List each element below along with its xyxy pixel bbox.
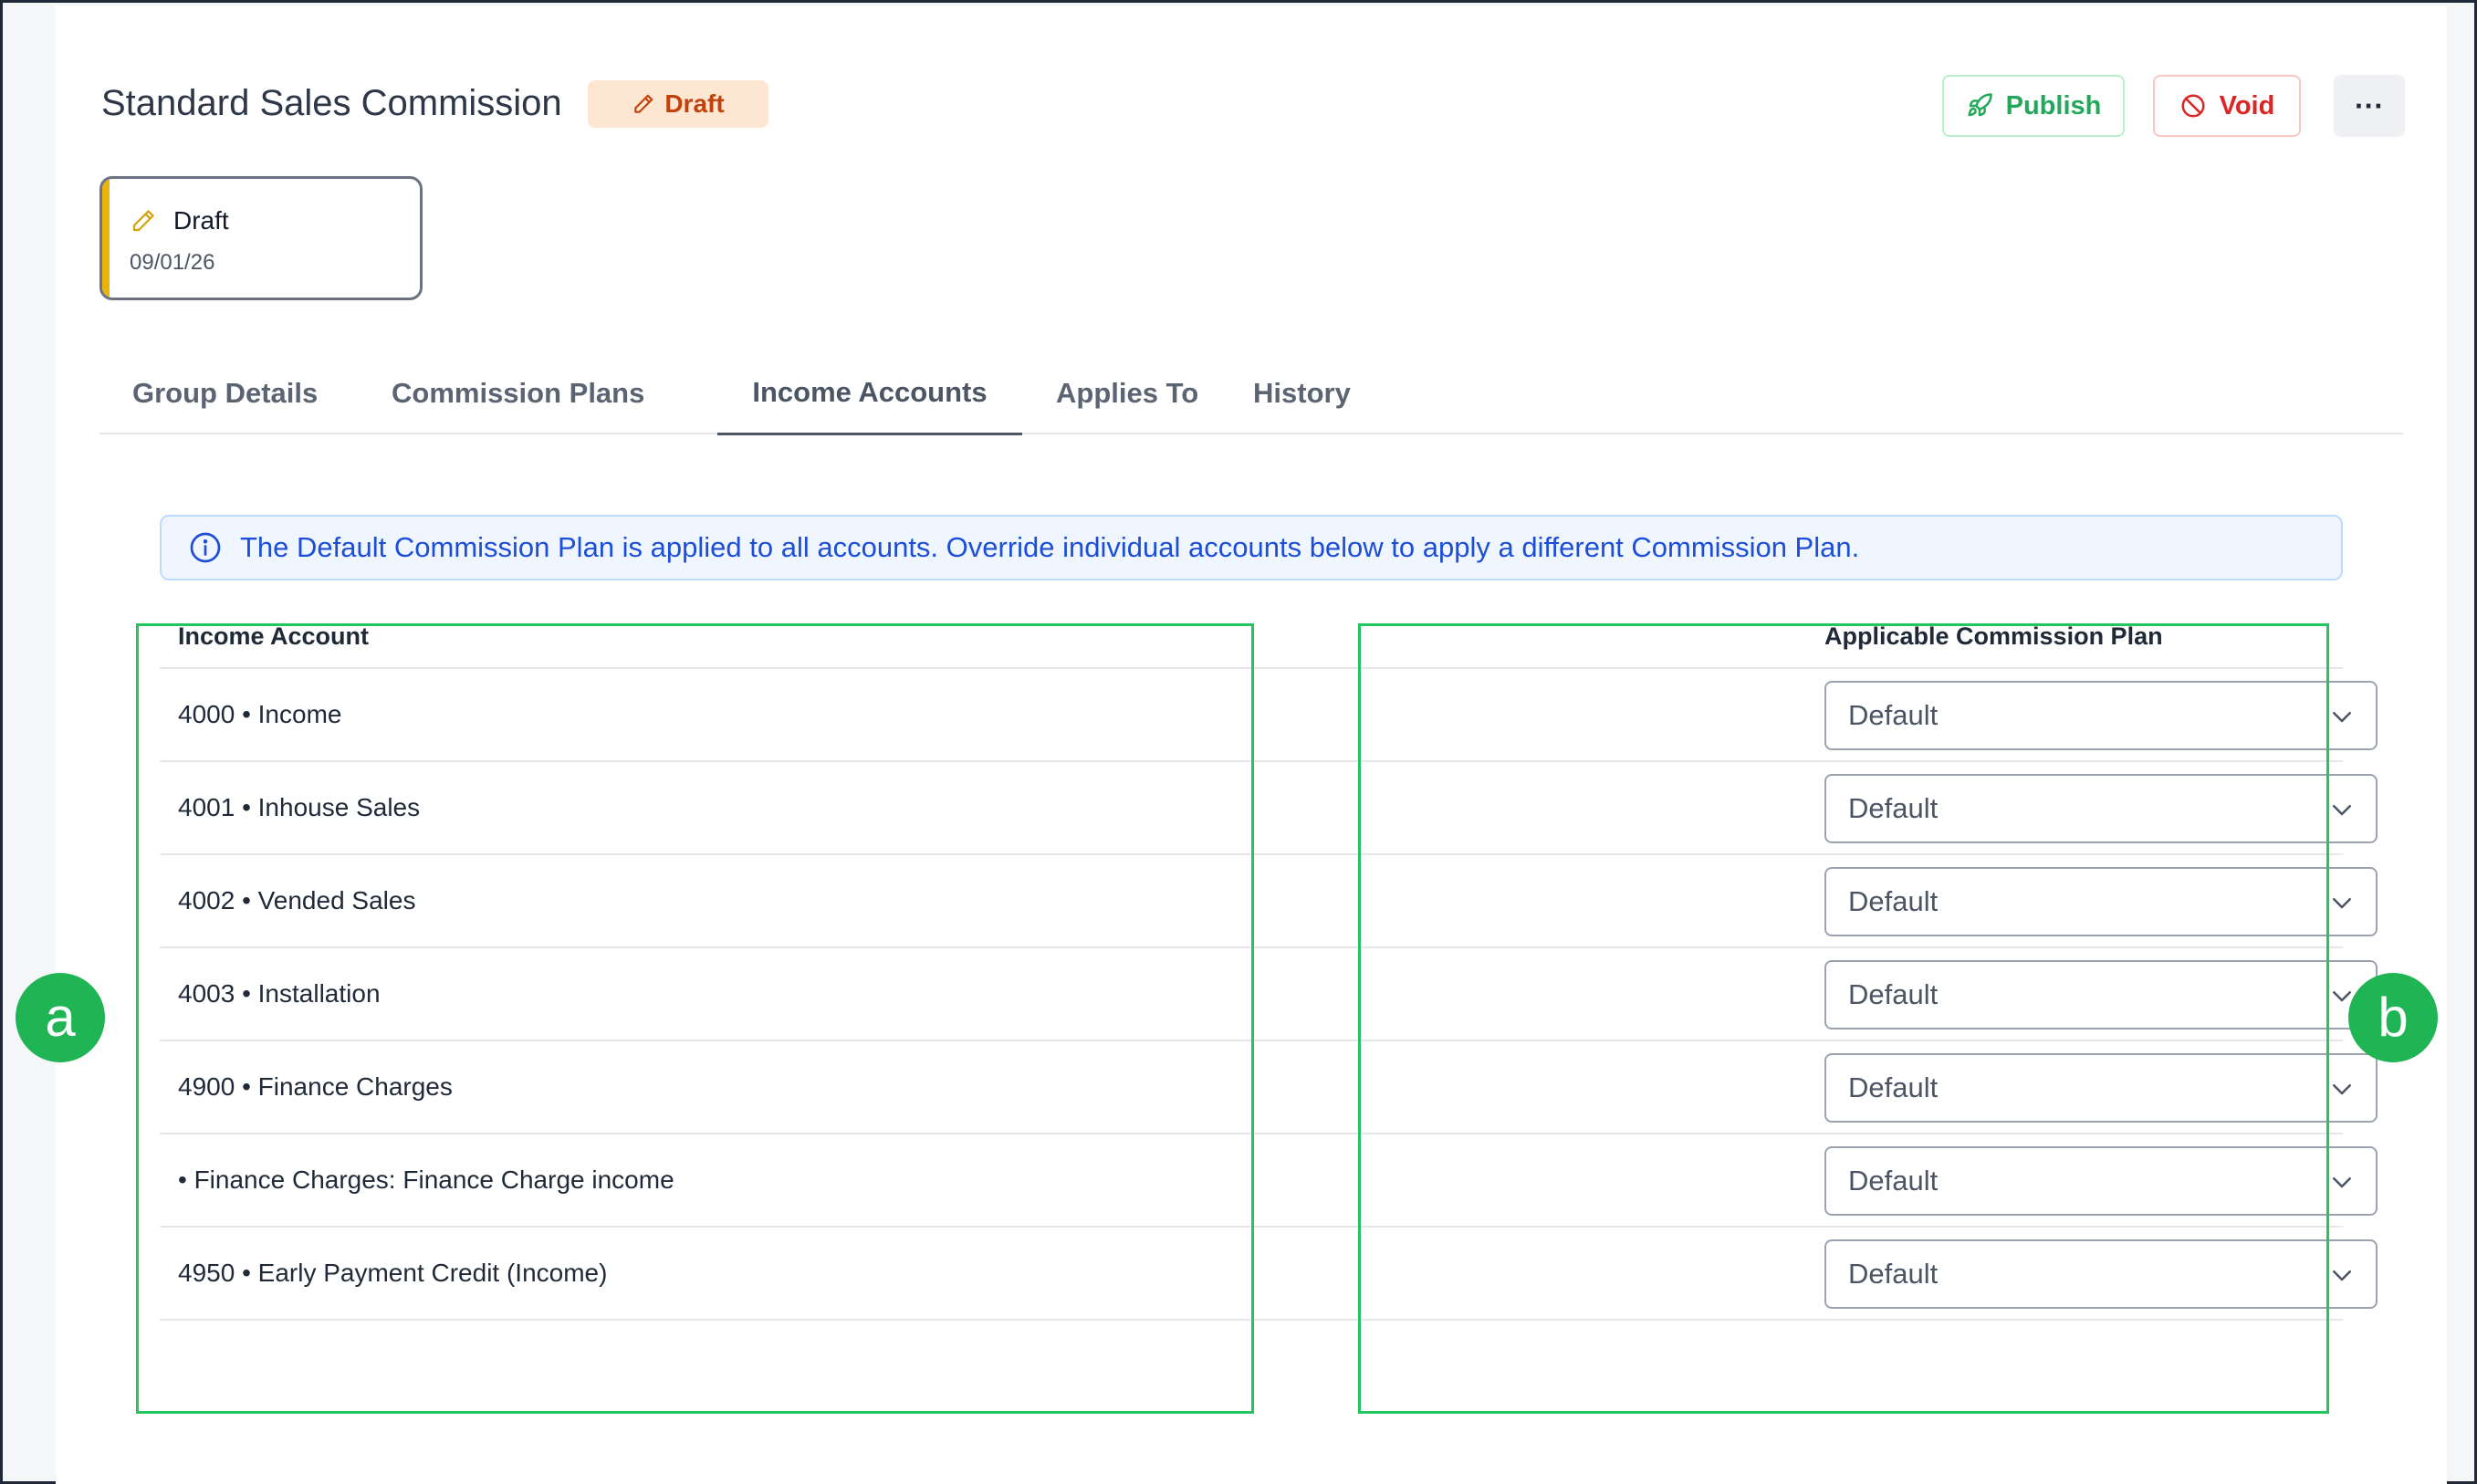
pencil-icon [132,210,154,232]
callout-b: b [2348,973,2438,1062]
info-banner: The Default Commission Plan is applied t… [160,515,2343,580]
version-card[interactable]: Draft 09/01/26 [99,176,423,300]
ellipsis-icon: ··· [2355,89,2384,122]
chevron-down-icon [2333,1084,2351,1095]
tab-commission-plans[interactable]: Commission Plans [359,352,677,434]
version-date: 09/01/26 [130,250,215,275]
void-button-label: Void [2219,90,2275,120]
chevron-down-icon [2333,898,2351,909]
screenshot-frame: Standard Sales Commission Draft Publish … [0,0,2477,1484]
more-actions-button[interactable]: ··· [2334,75,2405,137]
chevron-down-icon [2333,712,2351,723]
main-card: Standard Sales Commission Draft Publish … [56,5,2447,1484]
version-status-bar [102,179,110,298]
page-title: Standard Sales Commission [101,83,562,123]
void-button[interactable]: Void [2153,75,2301,137]
status-badge-label: Draft [664,89,725,118]
tab-history[interactable]: History [1220,352,1384,434]
pencil-icon [634,94,653,113]
tab-income-accounts[interactable]: Income Accounts [717,352,1022,435]
tab-bar: Group Details Commission Plans Income Ac… [99,352,2403,435]
highlight-box-b [1358,623,2329,1414]
ban-icon [2181,94,2205,118]
publish-button[interactable]: Publish [1942,75,2125,137]
publish-button-label: Publish [2005,90,2102,120]
chevron-down-icon [2333,1270,2351,1281]
version-label: Draft [173,206,229,235]
tab-applies-to[interactable]: Applies To [1023,352,1231,434]
rocket-icon [1968,93,1992,117]
callout-a: a [16,973,105,1062]
chevron-down-icon [2333,1177,2351,1188]
info-icon [190,532,221,563]
highlight-box-a [136,623,1254,1414]
tab-group-details[interactable]: Group Details [99,352,350,434]
chevron-down-icon [2333,805,2351,816]
info-banner-text: The Default Commission Plan is applied t… [240,531,1860,563]
status-badge: Draft [588,80,768,128]
